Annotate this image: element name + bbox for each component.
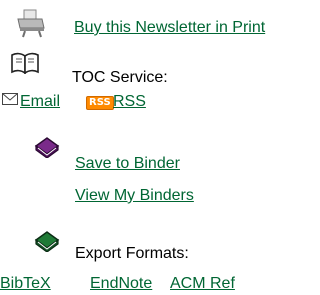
rss-icon[interactable]: RSS <box>86 92 114 110</box>
purple-binder-icon <box>34 136 60 158</box>
green-binder-icon <box>34 230 60 252</box>
buy-in-print-link[interactable]: Buy this Newsletter in Print <box>74 20 265 36</box>
toc-rss-link[interactable]: RSS <box>113 94 146 110</box>
rss-badge: RSS <box>86 96 114 110</box>
book-icon <box>10 52 40 74</box>
save-to-binder-link[interactable]: Save to Binder <box>75 156 180 172</box>
envelope-icon[interactable] <box>2 92 18 106</box>
printer-icon <box>14 8 50 38</box>
toc-service-heading: TOC Service: <box>72 69 168 86</box>
export-formats-heading: Export Formats: <box>75 245 189 262</box>
view-my-binders-link[interactable]: View My Binders <box>75 188 194 204</box>
export-bibtex-link[interactable]: BibTeX <box>0 276 51 292</box>
export-endnote-link[interactable]: EndNote <box>90 276 152 292</box>
toc-email-link[interactable]: Email <box>20 94 60 110</box>
export-acm-ref-link[interactable]: ACM Ref <box>170 276 235 292</box>
